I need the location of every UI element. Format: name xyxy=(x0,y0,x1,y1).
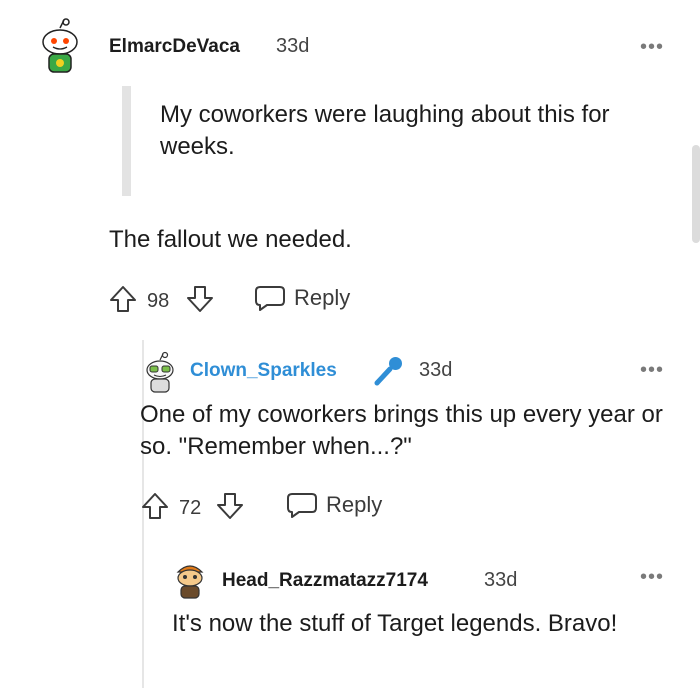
more-options-icon[interactable]: ••• xyxy=(640,359,664,382)
microphone-icon xyxy=(372,354,408,388)
comment-age: 33d xyxy=(419,359,453,381)
avatar[interactable] xyxy=(172,560,208,600)
comment-age: 33d xyxy=(484,569,518,591)
vote-count: 98 xyxy=(147,290,170,312)
vote-count: 72 xyxy=(179,497,202,519)
downvote-button[interactable] xyxy=(185,284,215,314)
thread-line[interactable] xyxy=(142,536,144,688)
blockquote-text: My coworkers were laughing about this fo… xyxy=(160,101,610,160)
comment-age: 33d xyxy=(276,35,310,57)
snoo-avatar-icon xyxy=(146,351,174,393)
more-options-icon[interactable]: ••• xyxy=(640,566,664,589)
arrow-down-icon xyxy=(187,286,213,312)
comment-body: One of my coworkers brings this up every… xyxy=(140,401,663,460)
reply-button[interactable]: Reply xyxy=(286,491,382,519)
upvote-button[interactable] xyxy=(108,284,138,314)
quote-bar xyxy=(122,86,131,196)
more-options-icon[interactable]: ••• xyxy=(640,36,664,59)
reply-label: Reply xyxy=(326,492,383,517)
downvote-button[interactable] xyxy=(215,491,245,521)
arrow-up-icon xyxy=(110,286,136,312)
avatar[interactable] xyxy=(36,14,84,78)
comment-author[interactable]: ElmarcDeVaca xyxy=(109,36,240,58)
scrollbar[interactable] xyxy=(692,145,700,243)
comment-author[interactable]: Clown_Sparkles xyxy=(190,360,337,382)
reply-label: Reply xyxy=(294,285,351,310)
speech-bubble-icon xyxy=(287,493,317,518)
speech-bubble-icon xyxy=(255,286,285,311)
avatar[interactable] xyxy=(142,350,178,394)
arrow-up-icon xyxy=(142,493,168,519)
upvote-button[interactable] xyxy=(140,491,170,521)
comment-body: The fallout we needed. xyxy=(109,226,352,253)
snoo-avatar-icon xyxy=(42,18,78,73)
comment-body: It's now the stuff of Target legends. Br… xyxy=(172,610,618,637)
snoo-avatar-icon xyxy=(176,565,204,599)
comment-author[interactable]: Head_Razzmatazz7174 xyxy=(222,570,428,592)
comment-thread-screen: { "comments": [ { "author": "ElmarcDeVac… xyxy=(0,0,700,688)
arrow-down-icon xyxy=(217,493,243,519)
reply-button[interactable]: Reply xyxy=(254,284,350,312)
